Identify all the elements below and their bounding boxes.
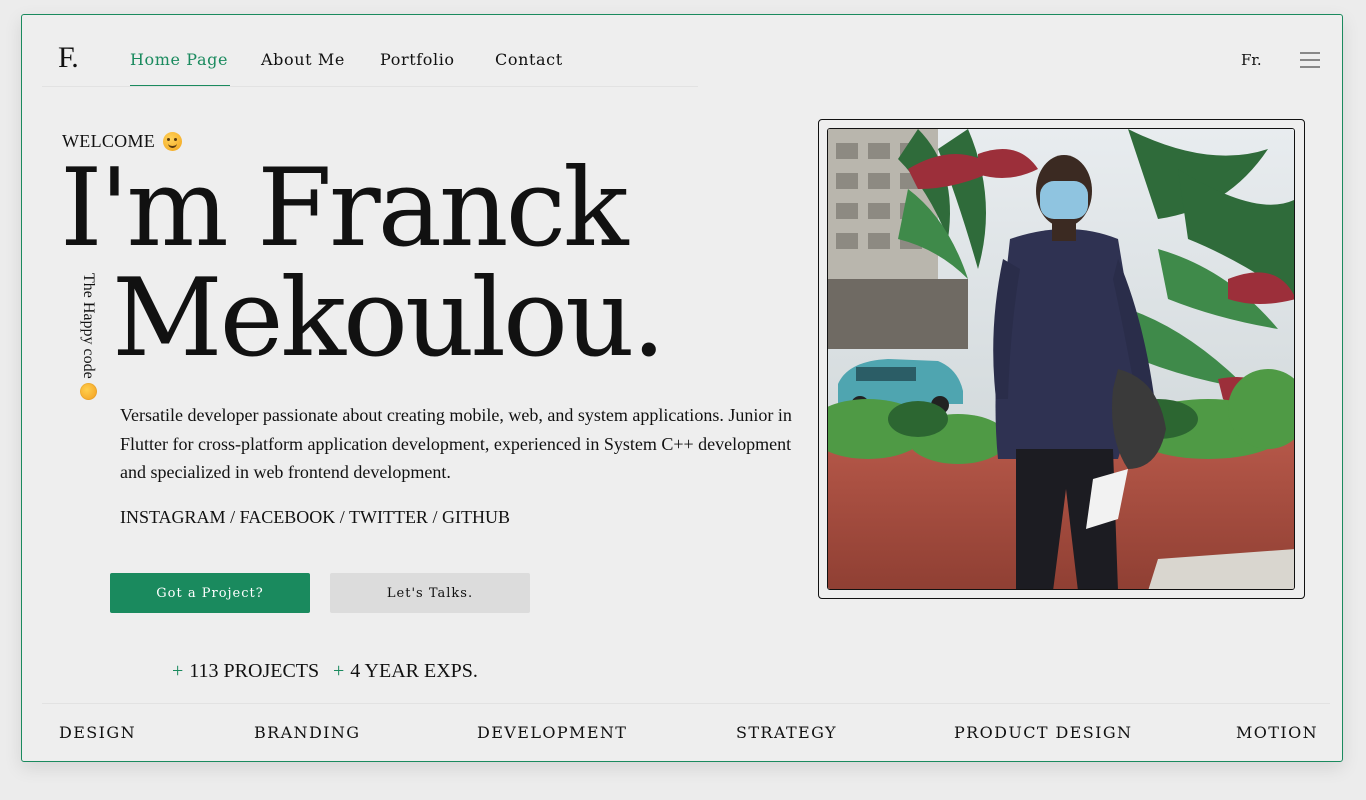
service-development: DEVELOPMENT [477,723,628,742]
nav-portfolio[interactable]: Portfolio [380,50,455,69]
social-link-instagram[interactable]: INSTAGRAM [120,507,226,527]
profile-photo-frame [818,119,1305,599]
stat-projects: +113 PROJECTS [172,660,319,683]
nav-divider [42,86,698,87]
hero-name-line-1: I'm Franck [60,146,629,271]
service-motion: MOTION [1236,723,1319,742]
stat-experience: +4 YEAR EXPS. [333,660,478,683]
service-branding: BRANDING [254,723,361,742]
social-link-facebook[interactable]: FACEBOOK [240,507,336,527]
stat-projects-label: 113 PROJECTS [189,660,320,682]
page-frame: F. Home Page About Me Portfolio Contact … [21,14,1343,762]
lets-talks-button[interactable]: Let's Talks. [330,573,530,613]
profile-photo [827,128,1295,590]
hero-name-line-2: Mekoulou. [112,256,666,381]
social-link-github[interactable]: GITHUB [442,507,510,527]
social-links: INSTAGRAM / FACEBOOK / TWITTER / GITHUB [120,507,510,527]
nav-contact[interactable]: Contact [495,50,563,69]
stat-experience-label: 4 YEAR EXPS. [350,660,478,682]
logo[interactable]: F. [58,41,79,75]
services-divider [42,703,1330,704]
social-link-twitter[interactable]: TWITTER [349,507,428,527]
plus-icon: + [333,660,345,682]
got-a-project-button[interactable]: Got a Project? [110,573,310,613]
hamburger-icon[interactable] [1300,51,1320,68]
service-strategy: STRATEGY [736,723,837,742]
tagline-text: The Happy code [80,273,97,379]
intro-paragraph: Versatile developer passionate about cre… [120,405,792,482]
party-face-emoji-icon [79,382,97,400]
language-switch[interactable]: Fr. [1241,51,1262,69]
nav-home-page[interactable]: Home Page [130,50,228,69]
service-design: DESIGN [59,723,136,742]
plus-icon: + [172,660,184,682]
vertical-tagline: The Happy code [76,273,100,423]
nav-about-me[interactable]: About Me [261,50,345,69]
service-product-design: PRODUCT DESIGN [954,723,1133,742]
